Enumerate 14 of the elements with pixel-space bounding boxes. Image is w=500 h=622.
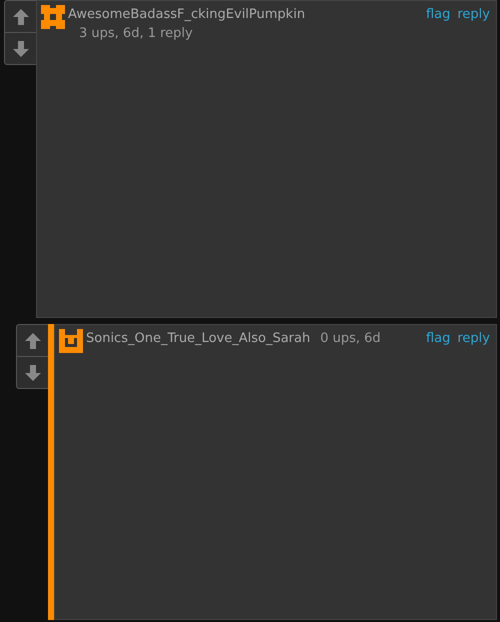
flag-link[interactable]: flag (426, 329, 450, 349)
flag-link[interactable]: flag (426, 5, 450, 25)
down-arrow-icon (24, 364, 42, 382)
pixel-avatar-icon (59, 329, 83, 353)
up-arrow-icon (12, 8, 30, 26)
down-arrow-icon (12, 40, 30, 58)
username: AwesomeBadassF_ckingEvilPumpkin (68, 6, 306, 24)
reply-link[interactable]: reply (457, 329, 490, 349)
reply-link[interactable]: reply (457, 5, 490, 25)
comment-meta: 3 ups, 6d, 1 reply (78, 25, 194, 43)
pixel-avatar-icon (41, 5, 65, 29)
username: Sonics_One_True_Love_Also_Sarah (86, 330, 310, 348)
up-arrow-icon (24, 332, 42, 350)
comment-meta: 0 ups, 6d (320, 330, 381, 348)
